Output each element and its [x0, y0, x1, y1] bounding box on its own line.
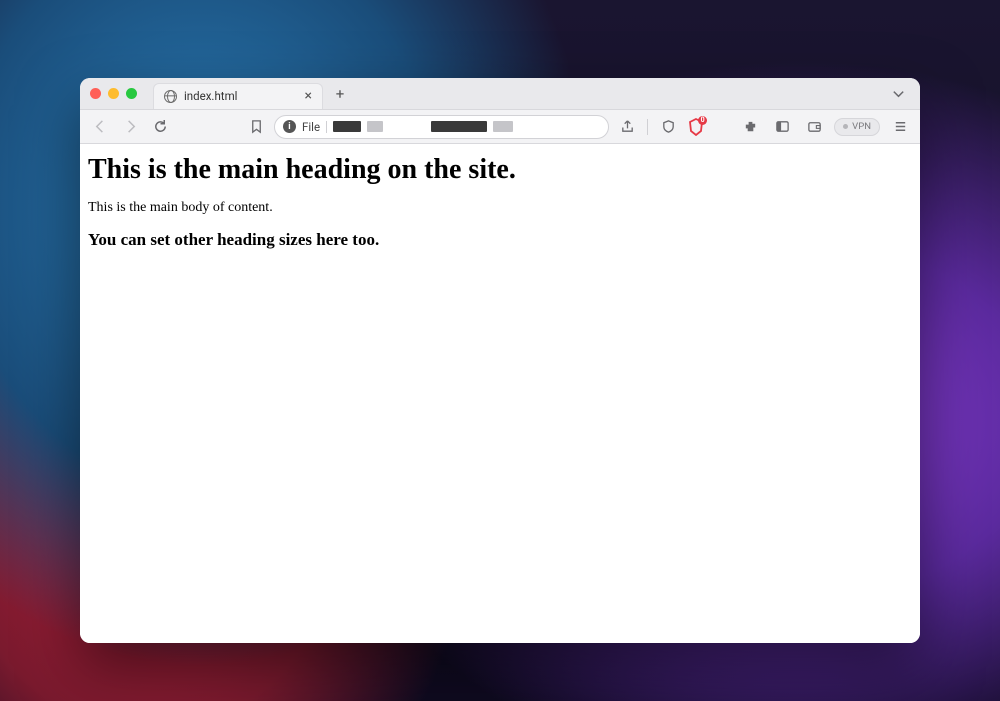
- globe-icon: [164, 90, 177, 103]
- menu-button[interactable]: [888, 115, 912, 139]
- page-content: This is the main heading on the site. Th…: [80, 144, 920, 643]
- url-scheme: File: [302, 120, 320, 134]
- forward-button[interactable]: [118, 115, 142, 139]
- close-tab-button[interactable]: ×: [305, 89, 312, 103]
- bookmark-button[interactable]: [244, 115, 268, 139]
- browser-window: index.html × + i File: [80, 78, 920, 643]
- vpn-button[interactable]: VPN: [834, 118, 880, 136]
- site-info-icon[interactable]: i: [283, 120, 296, 133]
- new-tab-button[interactable]: +: [327, 81, 353, 107]
- minimize-window-button[interactable]: [108, 88, 119, 99]
- toolbar-right: 0 VPN: [615, 115, 912, 139]
- separator: [647, 119, 648, 135]
- url-redacted-segment: [493, 121, 513, 132]
- sidebar-button[interactable]: [770, 115, 794, 139]
- page-body-text: This is the main body of content.: [88, 200, 912, 216]
- tab-bar: index.html × +: [80, 78, 920, 110]
- url-redacted-segment: [333, 121, 361, 132]
- maximize-window-button[interactable]: [126, 88, 137, 99]
- vpn-label: VPN: [852, 121, 871, 132]
- notification-badge: 0: [698, 116, 707, 125]
- page-h3: You can set other heading sizes here too…: [88, 230, 912, 250]
- share-button[interactable]: [615, 115, 639, 139]
- tab-title: index.html: [184, 89, 237, 103]
- vpn-status-dot: [843, 124, 848, 129]
- back-button[interactable]: [88, 115, 112, 139]
- reload-button[interactable]: [148, 115, 172, 139]
- page-h1: This is the main heading on the site.: [88, 154, 912, 186]
- address-bar[interactable]: i File: [274, 115, 609, 139]
- toolbar: i File 0: [80, 110, 920, 144]
- window-controls: [90, 88, 137, 99]
- url-redacted-segment: [431, 121, 487, 132]
- brave-rewards-button[interactable]: 0: [688, 118, 704, 136]
- close-window-button[interactable]: [90, 88, 101, 99]
- extensions-button[interactable]: [738, 115, 762, 139]
- shields-button[interactable]: [656, 115, 680, 139]
- wallet-button[interactable]: [802, 115, 826, 139]
- separator: [326, 121, 327, 133]
- tabs-dropdown-button[interactable]: [886, 82, 910, 106]
- tab-index-html[interactable]: index.html ×: [153, 83, 323, 109]
- url-redacted-segment: [367, 121, 383, 132]
